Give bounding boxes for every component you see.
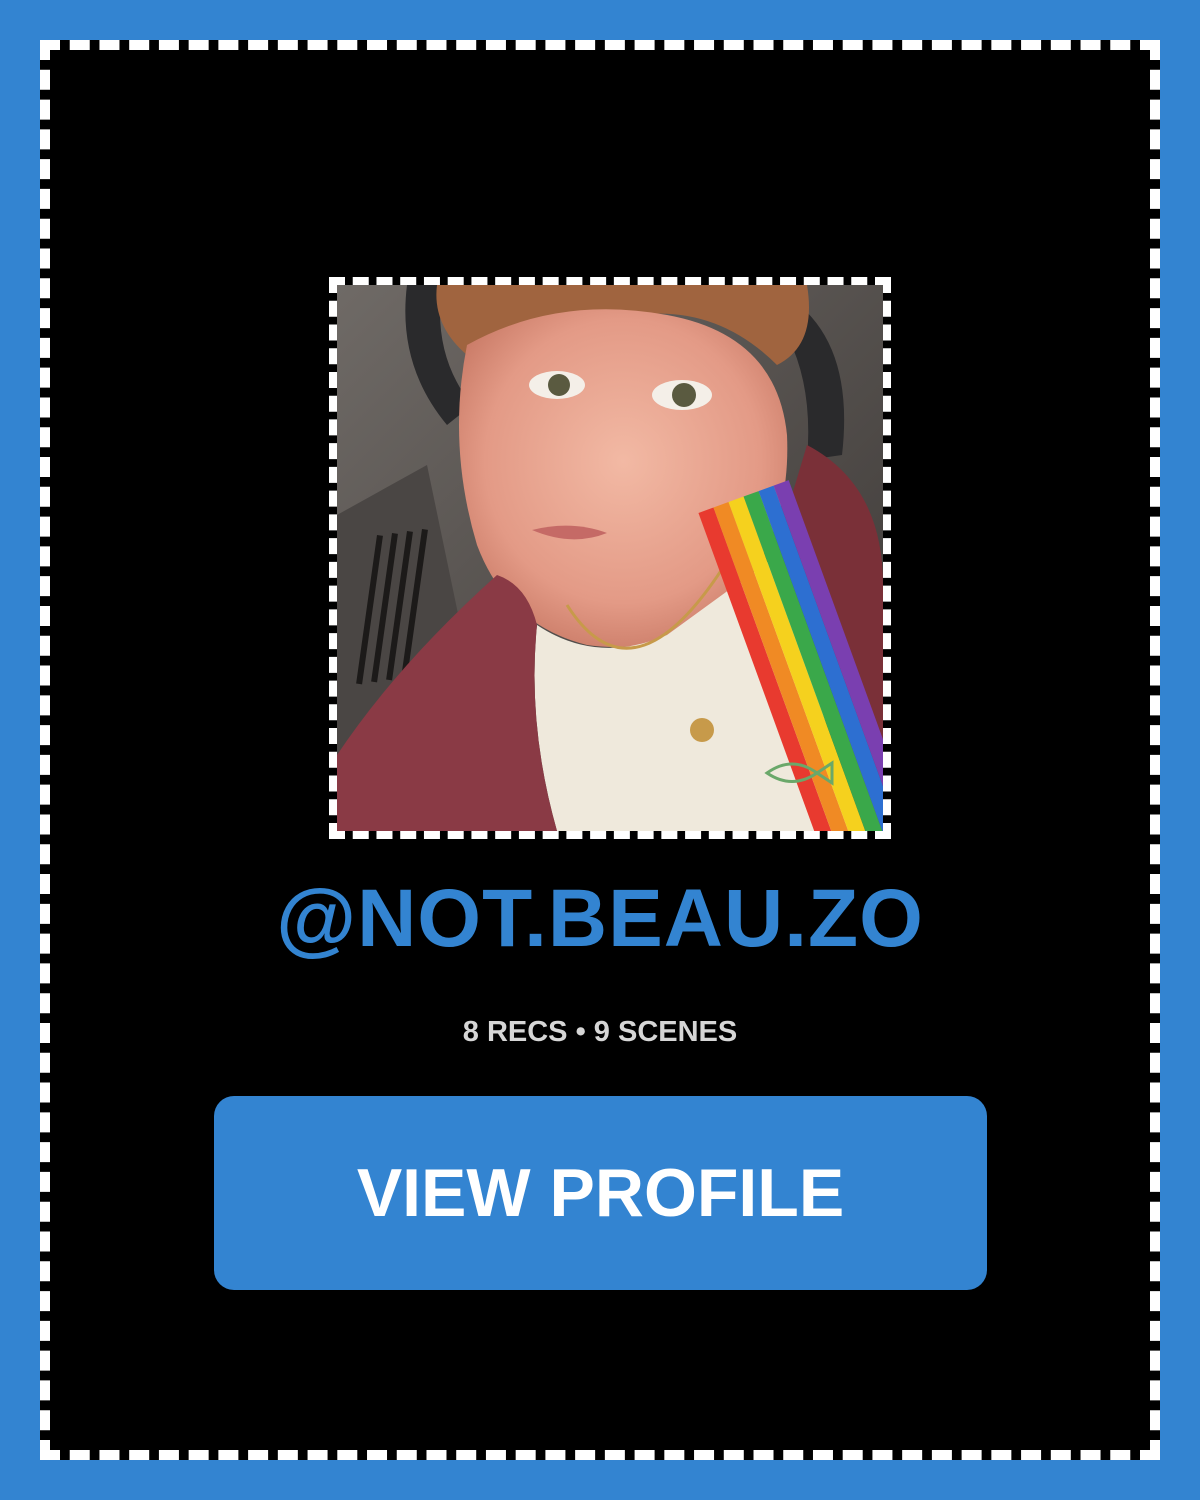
profile-photo-frame — [329, 277, 891, 839]
profile-stats: 8 RECS • 9 SCENES — [462, 1016, 738, 1048]
profile-photo — [337, 285, 883, 831]
profile-card: @NOT.BEAU.ZO 8 RECS • 9 SCENES VIEW PROF… — [40, 40, 1160, 1460]
profile-handle: @NOT.BEAU.ZO — [276, 873, 924, 964]
view-profile-button[interactable]: VIEW PROFILE — [214, 1096, 987, 1290]
